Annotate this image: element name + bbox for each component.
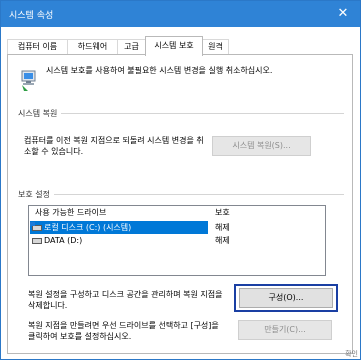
column-header-drive[interactable]: 사용 가능한 드라이브 <box>35 206 106 221</box>
tab-advanced[interactable]: 고급 <box>117 39 146 55</box>
protection-section-label: 보호 설정 <box>18 189 54 200</box>
configure-button[interactable]: 구성(O)... <box>239 288 333 308</box>
column-header-protection[interactable]: 보호 <box>215 206 230 221</box>
tab-computer-name[interactable]: 컴퓨터 이름 <box>7 39 68 55</box>
system-properties-window: 시스템 속성 ✕ 컴퓨터 이름 하드웨어 고급 시스템 보호 원격 시스템 보호… <box>0 0 361 360</box>
system-restore-button[interactable]: 시스템 복원(S)... <box>212 136 311 156</box>
drive-icon <box>32 237 42 244</box>
drive-protection-status: 해제 <box>215 236 230 245</box>
create-button[interactable]: 만들기(C)... <box>238 320 332 340</box>
tab-strip: 컴퓨터 이름 하드웨어 고급 시스템 보호 원격 <box>7 36 347 56</box>
system-drive-icon <box>30 221 42 231</box>
protection-divider <box>20 194 344 195</box>
drive-list[interactable]: 사용 가능한 드라이브 보호 로컬 디스크 (C:) (시스템) 해제 DATA… <box>28 205 326 276</box>
title-bar[interactable]: 시스템 속성 ✕ <box>1 1 360 27</box>
system-protection-panel: 시스템 보호를 사용하여 불필요한 시스템 변경을 실행 취소하십시오. 시스템… <box>7 54 353 354</box>
drive-row-c-protection[interactable]: 해제 <box>215 221 315 234</box>
tab-hardware[interactable]: 하드웨어 <box>67 39 118 55</box>
restore-section-label: 시스템 복원 <box>18 108 62 119</box>
configure-description: 복원 설정을 구성하고 디스크 공간을 관리하며 복원 지점을 삭제합니다. <box>28 290 223 310</box>
tab-remote[interactable]: 원격 <box>202 39 229 55</box>
drive-row-d-protection[interactable]: 해제 <box>215 234 315 247</box>
drive-name: DATA (D:) <box>44 236 83 245</box>
restore-description: 컴퓨터를 이전 복원 지점으로 되돌려 시스템 변경을 취소할 수 있습니다. <box>24 136 204 156</box>
close-icon[interactable]: ✕ <box>326 1 360 27</box>
drive-row-c[interactable]: 로컬 디스크 (C:) (시스템) <box>30 221 208 234</box>
restore-divider <box>20 113 344 114</box>
window-title: 시스템 속성 <box>9 11 54 21</box>
drive-row-d[interactable]: DATA (D:) <box>30 234 208 247</box>
system-protection-shield-icon <box>21 70 36 91</box>
intro-text: 시스템 보호를 사용하여 불필요한 시스템 변경을 실행 취소하십시오. <box>46 66 273 75</box>
ok-button-partial[interactable]: 확인 <box>345 349 358 359</box>
drive-name: 로컬 디스크 (C:) (시스템) <box>44 223 132 232</box>
tab-system-protection[interactable]: 시스템 보호 <box>145 36 203 56</box>
drive-protection-status: 해제 <box>215 223 230 232</box>
create-description: 복원 지점을 만들려면 우선 드라이브를 선택하고 [구성]을 클릭하여 보호를… <box>28 321 219 341</box>
